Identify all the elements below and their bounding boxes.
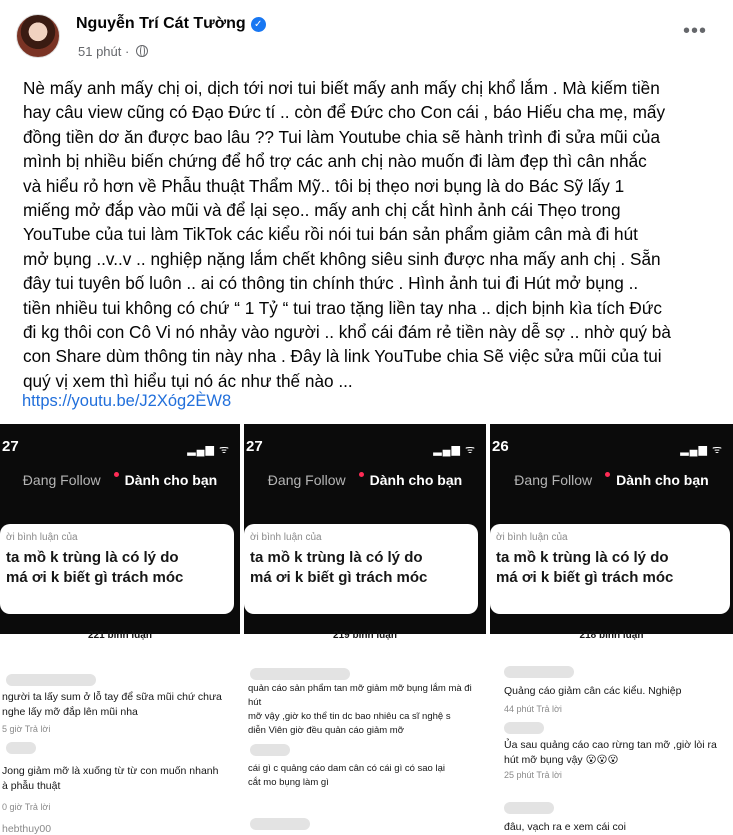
tiktok-screenshot-2[interactable]: 27 ▂▄▆ ᯤ Đang Follow Dành cho bạn ời bình… [244,424,486,835]
comment-username: hebthuy00 [2,823,52,835]
reply-card-text: ta mồ k trùng là có lý do má ơi k biết g… [250,549,428,586]
blurred-username [250,744,290,756]
blurred-username [250,668,350,680]
status-time: 27 [246,438,263,455]
feed-tabs: Đang Follow Dành cho bạn [244,472,486,488]
author-name-text[interactable]: Nguyễn Trí Cát Tường [76,15,246,32]
comment-text: quản cáo sản phẩm tan mỡ giảm mỡ bụng lắ… [248,683,472,736]
post-body: Nè mấy anh mấy chị oi, dịch tới nơi tui … [23,78,671,391]
reply-card-text: ta mồ k trùng là có lý do má ơi k biết g… [496,549,674,586]
comment-count: 219 bình luận [333,630,397,641]
verified-badge-icon: ✓ [250,17,266,32]
signal-icon: ▂▄▆ ᯤ [433,444,476,456]
comment-count: 221 bình luận [88,630,152,641]
comment-text: Quảng cáo giảm cân các kiểu. Nghiệp [504,685,682,697]
comment-meta: 0 giờ Trả lời [2,802,51,812]
signal-icon: ▂▄▆ ᯤ [680,444,723,456]
comment-text: người ta lấy sum ở lỗ tay để sữa mũi chứ… [2,691,222,718]
blurred-username [250,818,310,830]
blurred-username [6,674,96,686]
globe-icon [135,45,148,57]
comment-text: cái gì c quảng cáo dam cân có cái gì có … [248,763,445,788]
tab-for-you[interactable]: Dành cho bạn [616,472,709,488]
comment-text: Jong giảm mỡ là xuống từ từ con muốn nha… [2,765,219,792]
reply-card: ời bình luận của ta mồ k trùng là có lý … [0,524,234,614]
notification-dot [113,472,119,477]
blurred-username [6,742,36,754]
comment-text: Ủa sau quảng cáo cao rừng tan mỡ ,giờ lò… [504,739,717,766]
tab-for-you[interactable]: Dành cho bạn [370,472,463,488]
post-meta: 51 phút · [78,44,148,59]
tab-following[interactable]: Đang Follow [514,472,592,488]
feed-tabs: Đang Follow Dành cho bạn [0,472,240,488]
reply-card: ời bình luận của ta mồ k trùng là có lý … [490,524,730,614]
tab-for-you[interactable]: Dành cho bạn [125,472,218,488]
youtube-link[interactable]: https://youtu.be/J2Xóg2ÈW8 [22,392,231,411]
tab-following[interactable]: Đang Follow [23,472,101,488]
notification-dot [358,472,364,477]
author-name[interactable]: Nguyễn Trí Cát Tường ✓ [76,15,266,33]
notification-dot [605,472,611,477]
comment-count: 218 bình luận [579,630,644,641]
status-time: 27 [2,438,19,455]
reply-card-from: ời bình luận của [496,532,568,543]
tiktok-screenshot-3[interactable]: 26 ▂▄▆ ᯤ Đang Follow Dành cho bạn ời bình… [490,424,733,835]
post-header: Nguyễn Trí Cát Tường ✓ 51 phút · ••• [0,0,733,70]
comment-meta: 5 giờ Trả lời [2,724,51,734]
tiktok-screenshot-1[interactable]: 27 ▂▄▆ ᯤ Đang Follow Dành cho bạn ời bình… [0,424,240,835]
blurred-username [504,722,544,734]
feed-tabs: Đang Follow Dành cho bạn [490,472,733,488]
blurred-username [504,666,574,678]
reply-card: ời bình luận của ta mồ k trùng là có lý … [244,524,478,614]
signal-icon: ▂▄▆ ᯤ [187,444,230,456]
reply-card-text: ta mồ k trùng là có lý do má ơi k biết g… [6,549,184,586]
reply-card-from: ời bình luận của [6,532,78,543]
reply-card-from: ời bình luận của [250,532,322,543]
post-images[interactable]: 27 ▂▄▆ ᯤ Đang Follow Dành cho bạn ời bình… [0,424,733,835]
comment-meta: 44 phút Trả lời [504,704,562,714]
blurred-username [504,802,554,814]
post-time[interactable]: 51 phút · [78,44,129,59]
more-options-icon[interactable]: ••• [683,21,707,41]
comment-text: đâu, vạch ra e xem cái coi [504,821,626,833]
status-time: 26 [492,438,509,455]
comment-meta: 25 phút Trả lời [504,770,562,780]
tab-following[interactable]: Đang Follow [268,472,346,488]
author-avatar[interactable] [16,14,60,58]
